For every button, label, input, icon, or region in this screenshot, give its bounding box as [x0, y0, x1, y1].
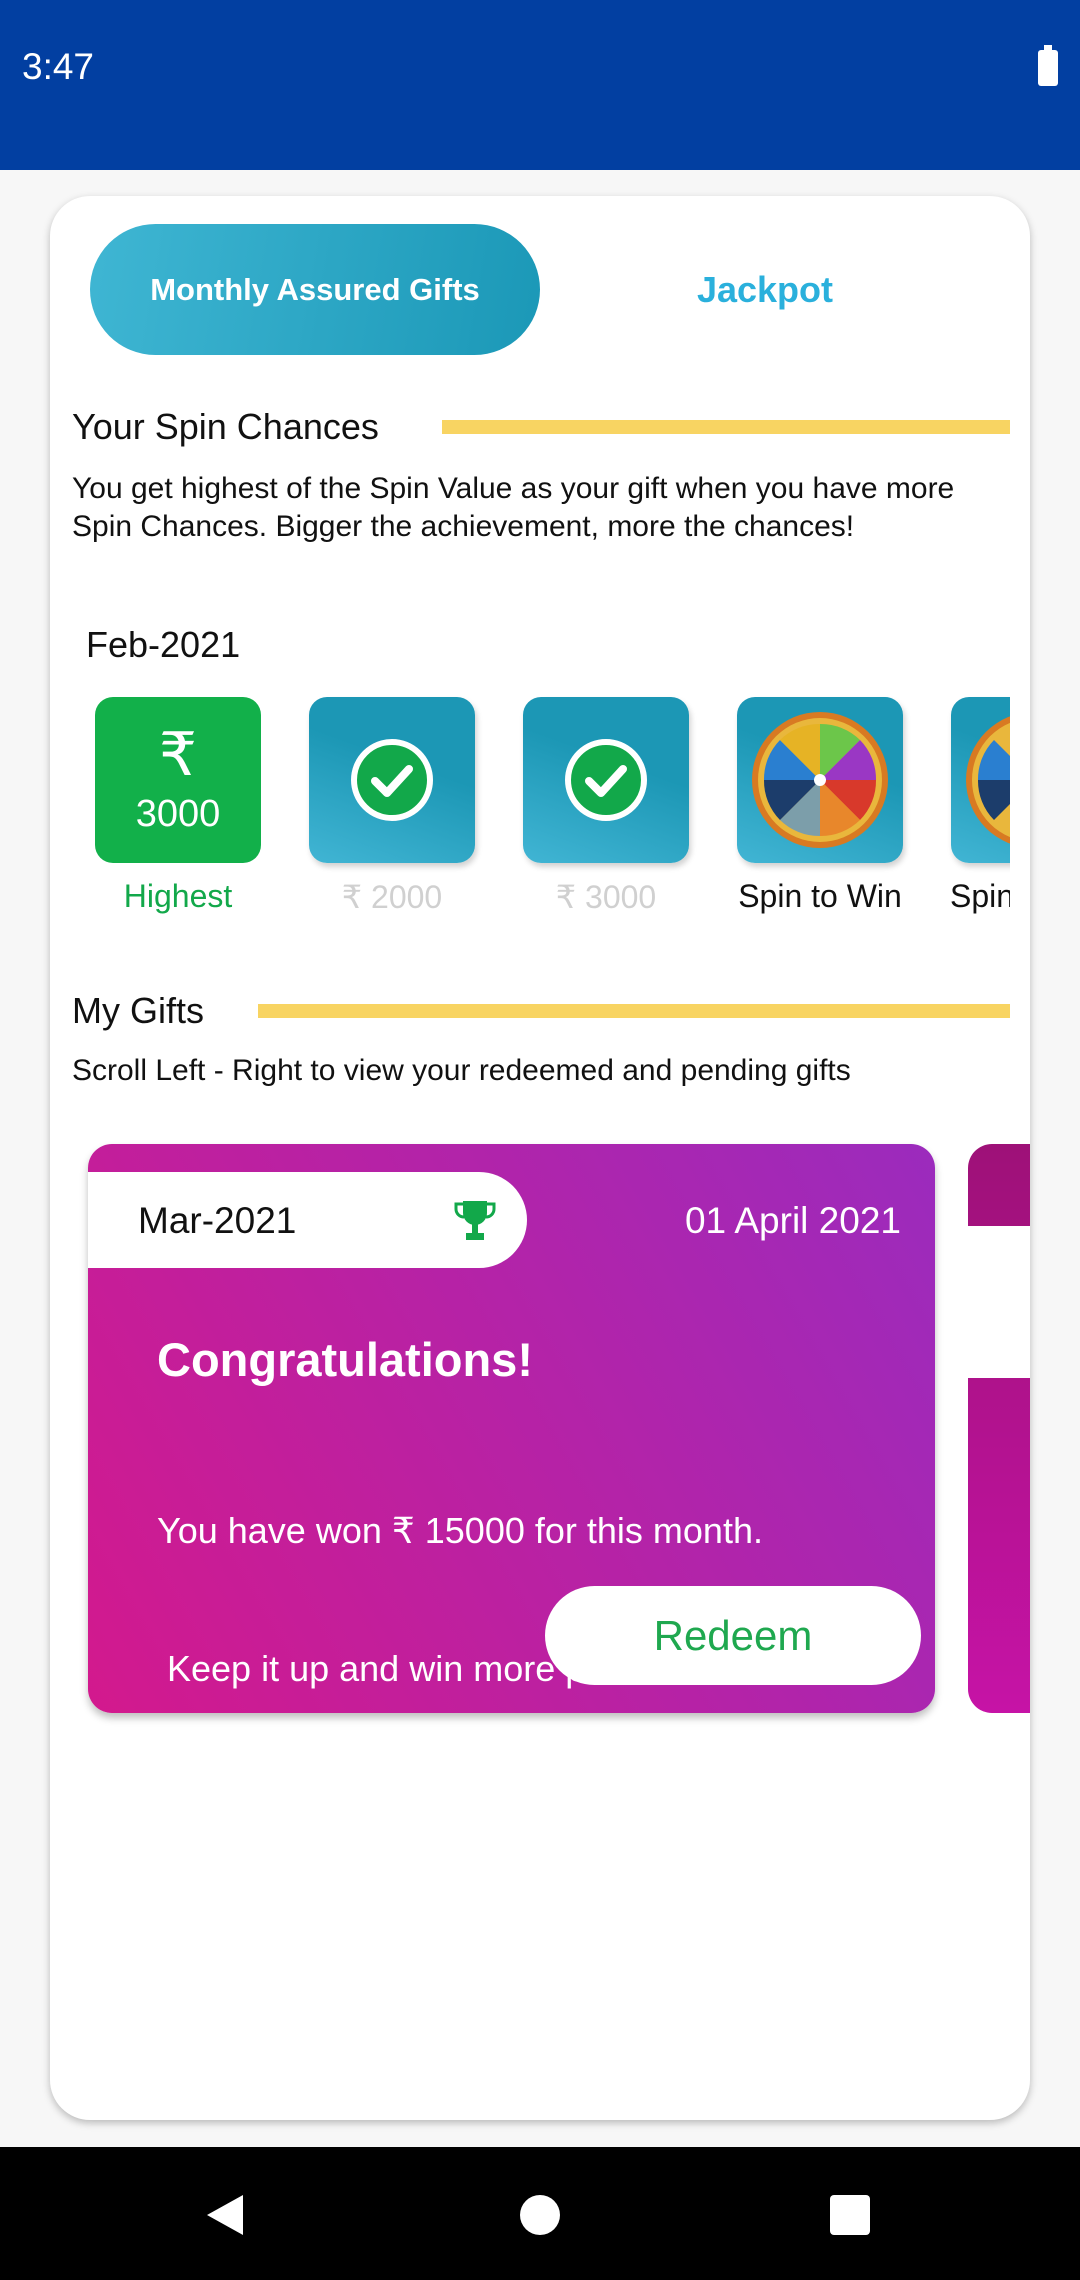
- back-icon[interactable]: [205, 2193, 245, 2237]
- tile-label: Spin to Win: [738, 878, 902, 914]
- status-time: 3:47: [22, 46, 95, 87]
- spin-tile-wheel[interactable]: [951, 697, 1010, 863]
- tile-label: Spin to Win: [950, 878, 1010, 914]
- home-icon[interactable]: [520, 2195, 560, 2235]
- spin-tiles-scroller[interactable]: ₹ 3000 Highest ₹ 2000 ₹ 3000 Spin to Win…: [50, 196, 1010, 956]
- gift-card-next[interactable]: [968, 1144, 1030, 1713]
- spin-tile-wheel[interactable]: [737, 697, 903, 863]
- gift-month: Mar-2021: [138, 1200, 297, 1241]
- gift-card: Mar-2021 01 April 2021 Congratulations! …: [88, 1144, 935, 1827]
- my-gifts-subtitle: Scroll Left - Right to view your redeeme…: [72, 1054, 851, 1087]
- main-card: Monthly Assured Gifts Jackpot Your Spin …: [50, 196, 1030, 2120]
- tile-value: 3000: [135, 792, 221, 835]
- gift-heading: Congratulations!: [157, 1333, 533, 1386]
- check-circle-icon: [565, 739, 647, 821]
- tile-label: ₹ 3000: [555, 879, 657, 915]
- gift-date: 01 April 2021: [684, 1200, 901, 1241]
- battery-icon: [1038, 45, 1058, 86]
- redeem-button[interactable]: Redeem: [545, 1586, 921, 1685]
- gift-message: You have won ₹ 15000 for this month.: [157, 1510, 763, 1551]
- gift-message: month: [157, 1786, 258, 1827]
- spin-wheel-icon: [752, 712, 888, 848]
- rupee-icon: ₹: [158, 720, 198, 788]
- tile-label: Highest: [123, 878, 233, 914]
- check-circle-icon: [351, 739, 433, 821]
- spin-tile-highest[interactable]: ₹ 3000: [95, 697, 261, 863]
- gift-month-pill: Mar-2021: [88, 1172, 527, 1268]
- spin-tile-check[interactable]: [309, 697, 475, 863]
- tile-label: ₹ 2000: [341, 879, 443, 915]
- recents-icon[interactable]: [830, 2195, 870, 2235]
- navigation-bar: [0, 2147, 1080, 2280]
- spin-tile-check[interactable]: [523, 697, 689, 863]
- section-divider: [258, 1004, 1010, 1018]
- trophy-icon: [454, 1201, 496, 1240]
- spin-wheel-icon: [966, 716, 1010, 844]
- gift-month-pill: [968, 1226, 1030, 1378]
- status-bar: 3:47: [0, 0, 1080, 170]
- my-gifts-title: My Gifts: [72, 990, 204, 1031]
